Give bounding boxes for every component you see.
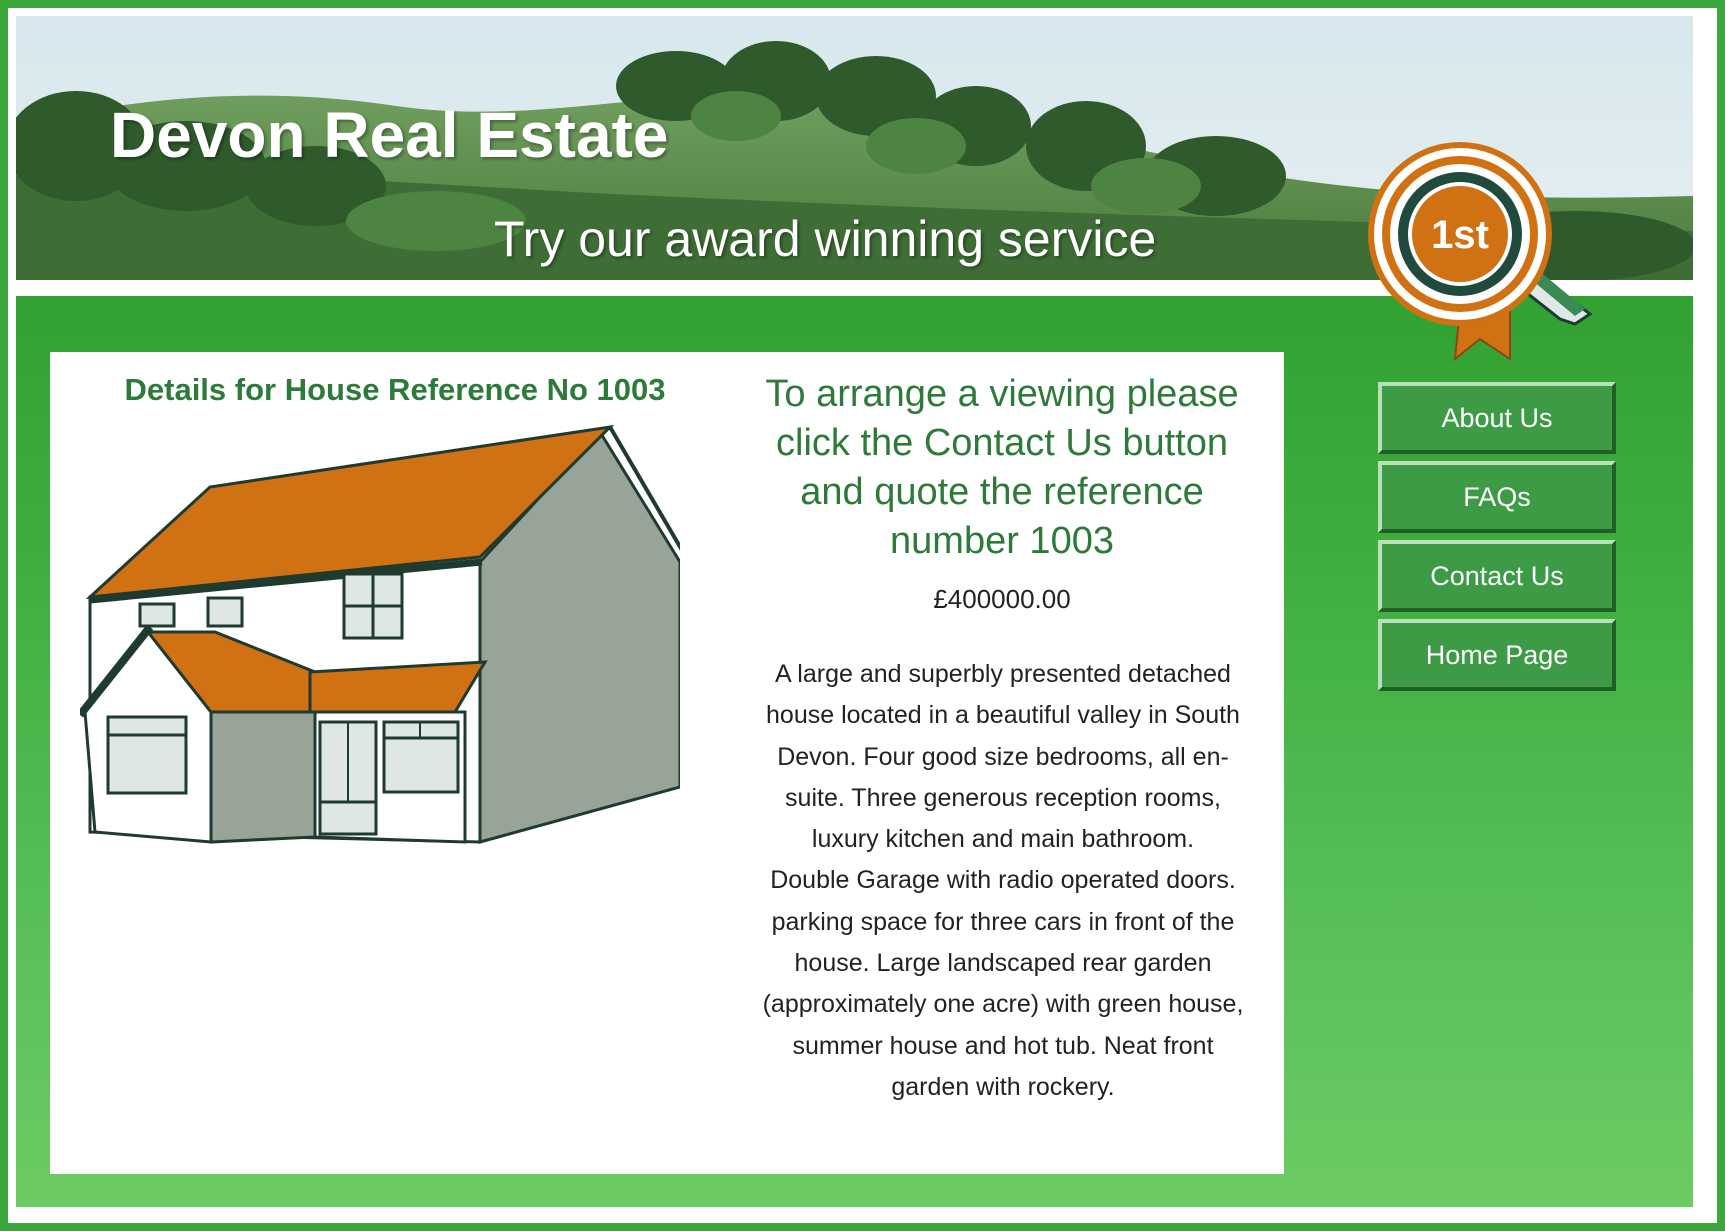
price: £400000.00 <box>933 584 1071 614</box>
property-description: A large and superbly presented detached … <box>756 654 1250 1108</box>
house-illustration <box>80 424 680 844</box>
site-title: Devon Real Estate <box>110 99 669 171</box>
tagline: Try our award winning service <box>494 211 1157 267</box>
property-card: Details for House Reference No 1003 To a… <box>50 352 1284 1174</box>
contact-us-button[interactable]: Contact Us <box>1378 540 1616 612</box>
details-heading: Details for House Reference No 1003 <box>124 372 666 407</box>
award-rosette-icon: 1st <box>1368 142 1593 362</box>
home-page-button[interactable]: Home Page <box>1378 619 1616 691</box>
main-content-area: Details for House Reference No 1003 To a… <box>16 296 1693 1207</box>
side-navigation: About Us FAQs Contact Us Home Page <box>1378 382 1616 698</box>
about-us-button[interactable]: About Us <box>1378 382 1616 454</box>
description-paragraph-2: Double Garage with radio operated doors.… <box>762 866 1244 1101</box>
viewing-message: To arrange a viewing please click the Co… <box>765 373 1239 562</box>
description-paragraph-1: A large and superbly presented detached … <box>766 660 1240 854</box>
badge-text: 1st <box>1431 213 1489 257</box>
faqs-button[interactable]: FAQs <box>1378 461 1616 533</box>
